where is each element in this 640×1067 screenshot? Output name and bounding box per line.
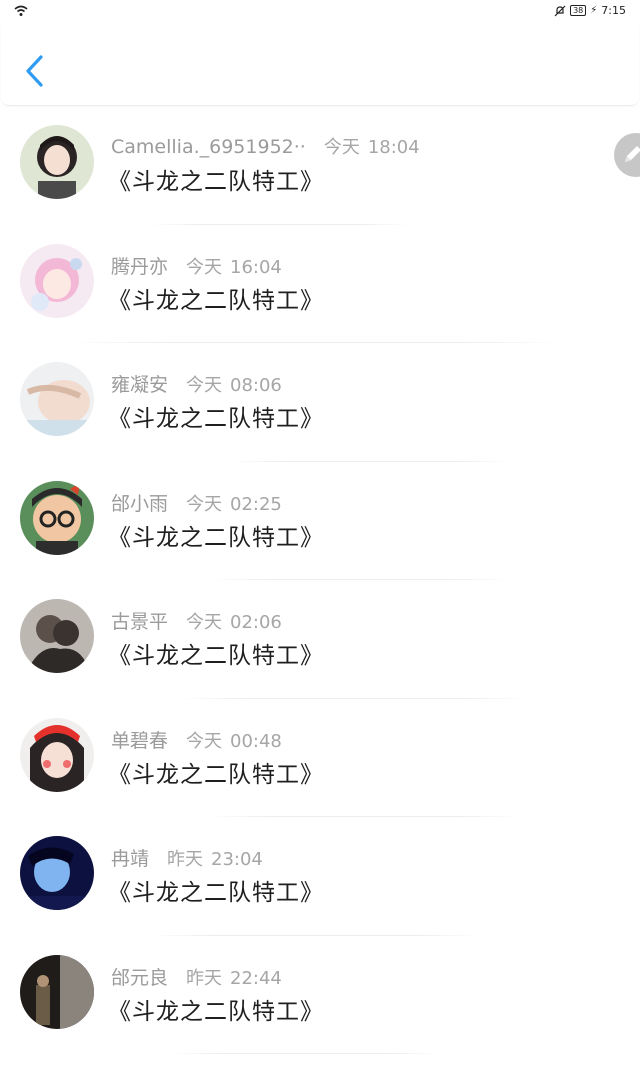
comment-time: 16:04	[230, 256, 282, 278]
comment-day: 今天	[186, 730, 223, 752]
comment-day: 昨天	[186, 967, 223, 989]
wifi-icon	[14, 5, 28, 16]
comment-meta: 雍凝安 今天 08:06	[111, 370, 282, 397]
clock: 7:15	[601, 4, 626, 17]
comment-row[interactable]: 冉靖 昨天 23:04 《斗龙之二队特工》	[0, 817, 640, 936]
bell-off-icon	[554, 5, 566, 16]
comment-day: 今天	[323, 137, 360, 158]
avatar[interactable]	[20, 836, 94, 910]
divider	[170, 1053, 440, 1054]
comment-time: 22:44	[230, 967, 282, 989]
comment-time: 23:04	[211, 849, 263, 870]
comment-day: 今天	[186, 493, 223, 515]
user-name[interactable]: Camellia._6951952··	[111, 136, 306, 158]
user-name[interactable]: 邰小雨	[111, 489, 168, 516]
comment-row[interactable]: 邰小雨 今天 02:25 《斗龙之二队特工》	[0, 462, 640, 580]
user-name[interactable]: 邰元良	[111, 963, 168, 990]
comment-day: 昨天	[167, 849, 204, 870]
avatar[interactable]	[20, 954, 94, 1029]
avatar[interactable]	[20, 125, 94, 199]
pencil-icon	[625, 146, 640, 162]
comment-meta: 单碧春 今天 00:48	[111, 726, 282, 753]
comment-row[interactable]: Camellia._6951952·· 今天 18:04 《斗龙之二队特工》	[0, 106, 640, 225]
comment-text: 《斗龙之二队特工》	[108, 406, 324, 432]
user-name[interactable]: 腾丹亦	[111, 252, 168, 279]
comment-day: 今天	[186, 375, 223, 396]
comment-meta: 邰小雨 今天 02:25	[111, 489, 282, 516]
comment-time: 00:48	[230, 730, 282, 752]
comment-text: 《斗龙之二队特工》	[108, 287, 324, 314]
comment-meta: Camellia._6951952·· 今天 18:04	[111, 133, 420, 159]
battery-indicator: 38	[570, 5, 587, 16]
comment-time: 18:04	[367, 137, 420, 158]
charging-icon: ⚡	[590, 5, 598, 16]
avatar[interactable]	[20, 599, 94, 673]
comment-text: 《斗龙之二队特工》	[108, 880, 324, 906]
comment-time: 08:06	[230, 375, 282, 396]
comment-text: 《斗龙之二队特工》	[108, 169, 324, 195]
comment-day: 今天	[186, 256, 223, 278]
avatar[interactable]	[20, 243, 94, 318]
chevron-left-icon[interactable]	[21, 54, 49, 88]
comment-text: 《斗龙之二队特工》	[108, 524, 324, 551]
user-name[interactable]: 单碧春	[111, 726, 168, 753]
user-name[interactable]: 古景平	[111, 607, 168, 634]
status-right: 38 ⚡ 7:15	[554, 4, 626, 17]
comment-text: 《斗龙之二队特工》	[108, 761, 324, 788]
comment-row[interactable]: 单碧春 今天 00:48 《斗龙之二队特工》	[0, 699, 640, 817]
comment-row[interactable]: 雍凝安 今天 08:06 《斗龙之二队特工》	[0, 343, 640, 462]
comment-time: 02:25	[230, 493, 282, 515]
comment-meta: 古景平 今天 02:06	[111, 607, 282, 634]
comment-row[interactable]: 古景平 今天 02:06 《斗龙之二队特工》	[0, 580, 640, 699]
header-bar	[1, 24, 639, 106]
comment-row[interactable]: 邰元良 昨天 22:44 《斗龙之二队特工》	[0, 936, 640, 1054]
comment-list: Camellia._6951952·· 今天 18:04 《斗龙之二队特工》 腾…	[0, 106, 640, 1054]
status-bar: 38 ⚡ 7:15	[0, 0, 640, 24]
avatar[interactable]	[20, 362, 94, 436]
user-name[interactable]: 雍凝安	[111, 370, 168, 397]
avatar[interactable]	[20, 717, 94, 792]
user-name[interactable]: 冉靖	[111, 844, 149, 871]
comment-row[interactable]: 腾丹亦 今天 16:04 《斗龙之二队特工》	[0, 225, 640, 343]
avatar[interactable]	[20, 480, 94, 555]
comment-meta: 腾丹亦 今天 16:04	[111, 252, 282, 279]
comment-time: 02:06	[230, 612, 282, 633]
comment-day: 今天	[186, 612, 223, 633]
comment-text: 《斗龙之二队特工》	[108, 643, 324, 669]
comment-text: 《斗龙之二队特工》	[108, 998, 324, 1025]
comment-meta: 邰元良 昨天 22:44	[111, 963, 282, 990]
comment-meta: 冉靖 昨天 23:04	[111, 844, 263, 871]
